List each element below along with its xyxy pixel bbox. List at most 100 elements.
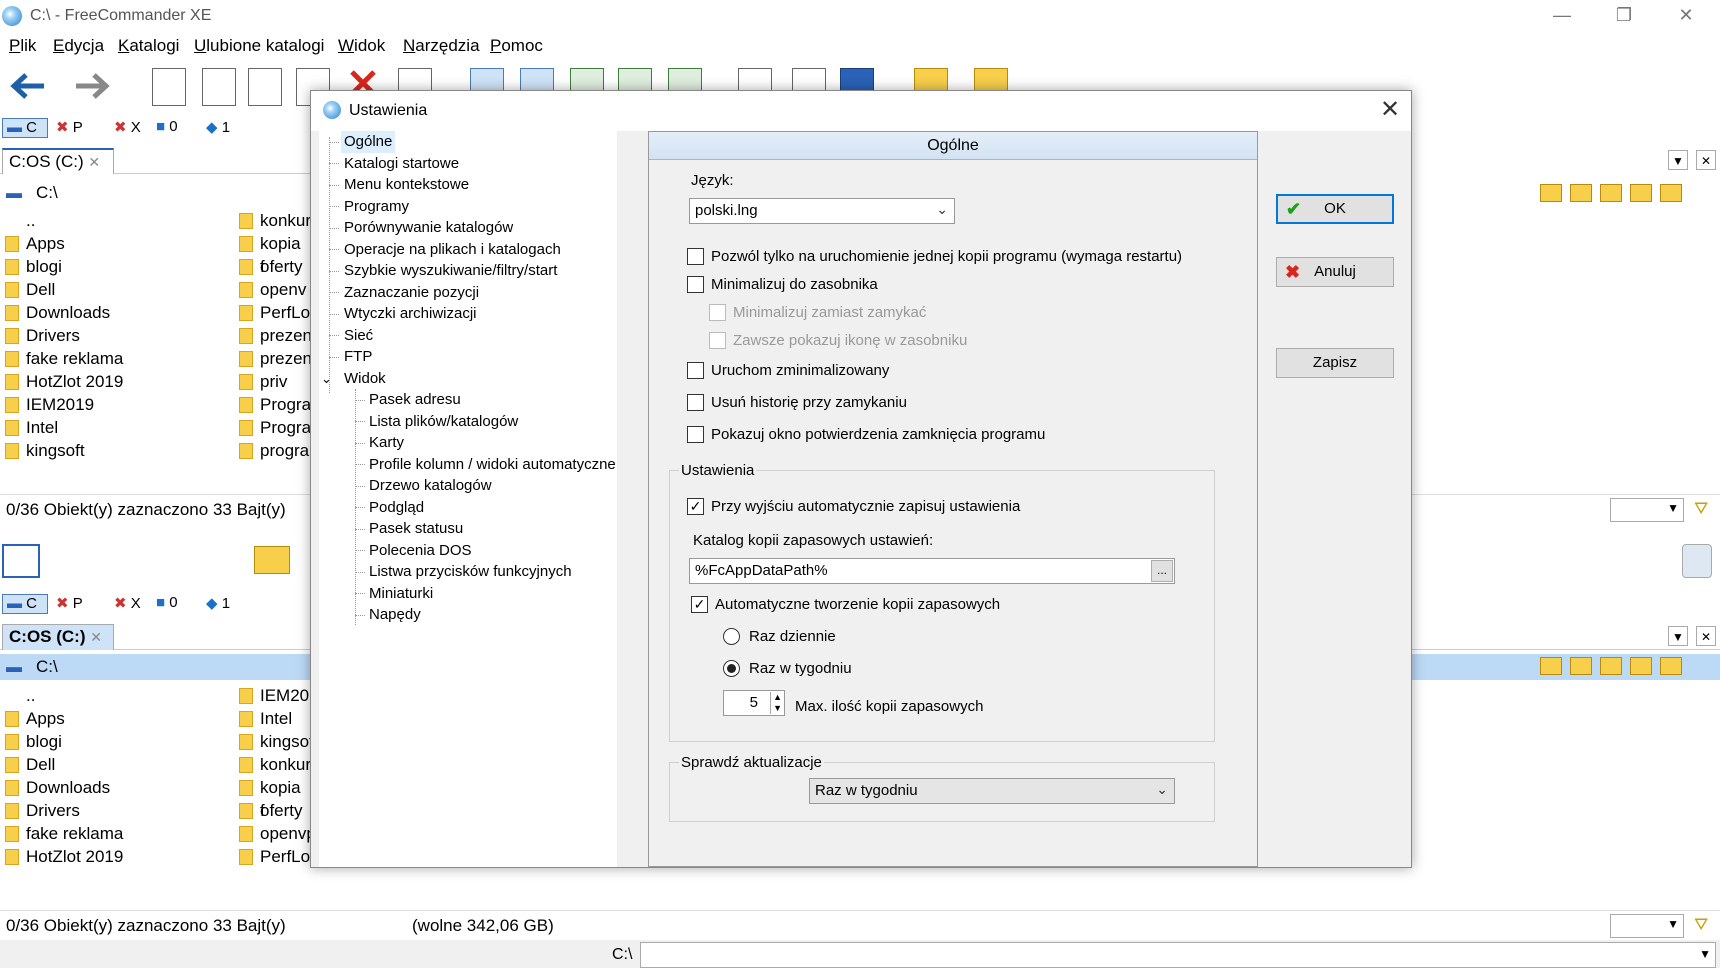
auto-backup-checkbox[interactable]: ✓: [691, 596, 708, 613]
copy-path-icon[interactable]: [1660, 184, 1682, 202]
tree-item-programy[interactable]: Programy: [344, 196, 409, 218]
favorite-folder-icon[interactable]: [1570, 184, 1592, 202]
menu-narzedzia[interactable]: Narzędzia: [403, 36, 480, 56]
drive-c-button[interactable]: ▬ C: [2, 594, 48, 614]
edit-file-icon[interactable]: [202, 68, 236, 106]
tree-item-podglad[interactable]: Podgląd: [369, 497, 424, 519]
path-text-bottom[interactable]: C:\: [36, 657, 58, 677]
tree-item-ogolne[interactable]: Ogólne: [341, 131, 396, 153]
favorite-folder-icon[interactable]: [1570, 657, 1592, 675]
list-item[interactable]: priv: [234, 370, 310, 393]
list-item[interactable]: Progra: [234, 416, 310, 439]
tree-item-polecenia-dos[interactable]: Polecenia DOS: [369, 540, 472, 562]
maximize-button[interactable]: ❐: [1594, 0, 1654, 32]
drive-0-button[interactable]: ■ 0: [156, 594, 178, 614]
root-folder-icon[interactable]: [1630, 184, 1652, 202]
history-folder-icon[interactable]: [1540, 657, 1562, 675]
single-instance-checkbox[interactable]: [687, 248, 704, 265]
filter-icon[interactable]: ⛛: [1694, 499, 1708, 519]
chevron-down-icon[interactable]: ⌄: [321, 368, 332, 390]
folder-view-icon[interactable]: [254, 546, 290, 574]
drive-x-button[interactable]: ✖ X: [114, 118, 141, 138]
list-item[interactable]: Intel: [234, 707, 310, 730]
tree-item-zaznaczanie[interactable]: Zaznaczanie pozycji: [344, 282, 479, 304]
drive-p-button[interactable]: ✖ P: [56, 118, 83, 138]
tree-item-katalogi-startowe[interactable]: Katalogi startowe: [344, 153, 459, 175]
drive-0-button[interactable]: ■ 0: [156, 118, 178, 138]
path-text-top[interactable]: C:\: [36, 183, 58, 203]
browse-button[interactable]: ...: [1151, 560, 1173, 582]
tree-item-lista-plikow[interactable]: Lista plików/katalogów: [369, 411, 518, 433]
copy-path-icon[interactable]: [1660, 657, 1682, 675]
tree-item-drzewo[interactable]: Drzewo katalogów: [369, 475, 492, 497]
dialog-close-button[interactable]: ✕: [1375, 95, 1405, 124]
tree-item-menu-kontekstowe[interactable]: Menu kontekstowe: [344, 174, 469, 196]
list-item[interactable]: kingsof: [234, 730, 310, 753]
list-item[interactable]: kopia f: [234, 776, 310, 820]
tree-item-listwa[interactable]: Listwa przycisków funkcyjnych: [369, 561, 572, 583]
save-button[interactable]: Zapisz: [1276, 348, 1394, 378]
daily-radio[interactable]: [723, 628, 740, 645]
tree-item-profile-kolumn[interactable]: Profile kolumn / widoki automatyczne: [369, 454, 616, 476]
root-folder-icon[interactable]: [1630, 657, 1652, 675]
list-item[interactable]: progra: [234, 439, 310, 462]
tree-item-napedy[interactable]: Napędy: [369, 604, 421, 626]
split-view-icon[interactable]: [2, 544, 40, 578]
history-folder-icon[interactable]: [1540, 184, 1562, 202]
minimize-instead-close-checkbox[interactable]: [709, 304, 726, 321]
tab-c-drive-bottom[interactable]: C:OS (C:) ✕: [2, 624, 114, 650]
list-item[interactable]: IEM201: [234, 684, 310, 707]
language-select[interactable]: polski.lng ⌄: [689, 198, 955, 224]
chevron-down-icon[interactable]: ▼: [1668, 626, 1688, 646]
spin-arrows-icon[interactable]: ▲ ▼: [770, 692, 782, 714]
minimize-tray-checkbox[interactable]: [687, 276, 704, 293]
list-item[interactable]: kopia f: [234, 232, 310, 276]
parent-folder-icon[interactable]: [1600, 657, 1622, 675]
drive-x-button[interactable]: ✖ X: [114, 594, 141, 614]
tree-item-pasek-statusu[interactable]: Pasek statusu: [369, 518, 463, 540]
minimize-button[interactable]: —: [1532, 0, 1592, 32]
cancel-button[interactable]: ✖ Anuluj: [1276, 257, 1394, 287]
properties-icon[interactable]: [152, 68, 186, 106]
updates-select[interactable]: Raz w tygodniu ⌄: [809, 778, 1175, 804]
recycle-bin-icon[interactable]: [1682, 544, 1712, 578]
backup-dir-input[interactable]: %FcAppDataPath%: [689, 558, 1175, 584]
filter-icon[interactable]: ⛛: [1694, 915, 1708, 935]
list-item[interactable]: oferty: [234, 799, 310, 822]
list-item[interactable]: konkur: [234, 209, 310, 232]
menu-widok[interactable]: Widok: [338, 36, 385, 56]
tree-item-pasek-adresu[interactable]: Pasek adresu: [369, 389, 461, 411]
drive-1-button[interactable]: ◆ 1: [206, 594, 230, 614]
drive-p-button[interactable]: ✖ P: [56, 594, 83, 614]
always-tray-icon-checkbox[interactable]: [709, 332, 726, 349]
close-icon[interactable]: ✕: [1696, 626, 1716, 646]
confirm-close-checkbox[interactable]: [687, 426, 704, 443]
tree-item-siec[interactable]: Sieć: [344, 325, 373, 347]
chevron-down-icon[interactable]: ▼: [1668, 150, 1688, 170]
tab-c-drive-top[interactable]: C:OS (C:) ✕: [2, 148, 114, 174]
list-item[interactable]: PerfLog: [234, 845, 310, 868]
filter-combo-bottom[interactable]: ▼: [1610, 914, 1684, 938]
list-item[interactable]: oferty: [234, 255, 310, 278]
ok-button[interactable]: ✔ OK: [1276, 194, 1394, 224]
menu-katalogi[interactable]: Katalogi: [118, 36, 179, 56]
list-item[interactable]: openv: [234, 278, 310, 301]
filter-combo-top[interactable]: ▼: [1610, 498, 1684, 522]
list-item[interactable]: openvp: [234, 822, 310, 845]
tree-item-widok[interactable]: Widok: [344, 368, 386, 390]
tree-item-wtyczki[interactable]: Wtyczki archiwizacji: [344, 303, 477, 325]
clear-history-checkbox[interactable]: [687, 394, 704, 411]
close-button[interactable]: ✕: [1656, 0, 1716, 32]
list-item[interactable]: Progra: [234, 393, 310, 416]
tree-item-ftp[interactable]: FTP: [344, 346, 372, 368]
tree-item-karty[interactable]: Karty: [369, 432, 404, 454]
menu-pomoc[interactable]: Pomoc: [490, 36, 543, 56]
max-copies-spinner[interactable]: 5 ▲ ▼: [723, 690, 785, 716]
menu-ulubione[interactable]: Ulubione katalogi: [194, 36, 324, 56]
close-icon[interactable]: ✕: [1696, 150, 1716, 170]
weekly-radio[interactable]: [723, 660, 740, 677]
tree-item-porownywanie[interactable]: Porównywanie katalogów: [344, 217, 513, 239]
list-item[interactable]: konkur: [234, 753, 310, 776]
list-item[interactable]: prezen: [234, 324, 310, 347]
list-item[interactable]: prezen: [234, 347, 310, 370]
